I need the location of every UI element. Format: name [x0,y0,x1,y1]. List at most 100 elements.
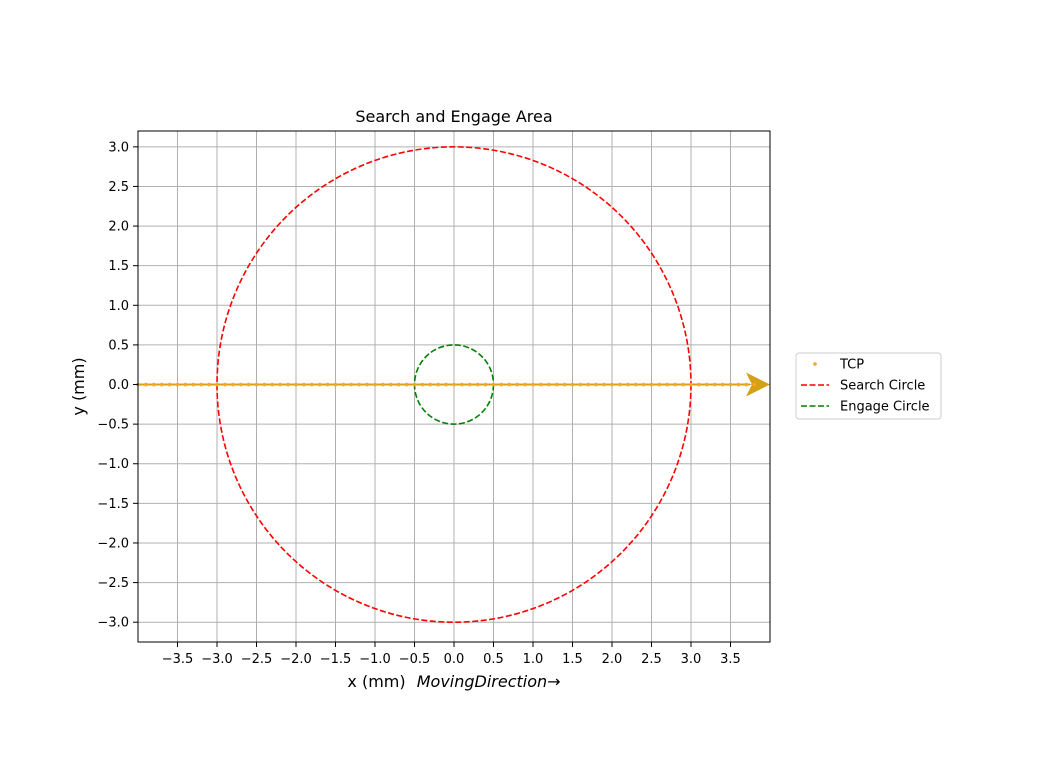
tcp-point [744,382,749,387]
tcp-point [594,382,598,387]
y-tick-label: −0.5 [97,418,129,433]
tcp-point [215,382,219,387]
legend-label: TCP [839,358,864,373]
tcp-point [286,382,290,387]
tcp-point [294,382,298,387]
tcp-point [705,382,709,387]
x-tick-label: 0.0 [444,652,465,667]
x-tick-label: −3.5 [162,652,194,667]
tcp-point [183,382,188,387]
tcp-point [357,382,362,387]
tcp-point [491,382,496,387]
tcp-point [483,382,488,387]
chart-figure: −3.5 −3.0 −2.5 −2.0 −1.5 −1.0 −0.5 0.0 0.5 1.0 1.5… [0,0,1041,767]
tcp-point [341,382,346,387]
x-tick-label: 1.5 [562,652,583,667]
x-tick-label: 1.0 [523,652,544,667]
tcp-point [633,382,638,387]
tcp-point [317,382,322,387]
y-tick-label: 1.0 [108,299,129,314]
tcp-point [444,382,448,387]
tcp-point [507,382,512,387]
y-tick-label: −1.5 [97,497,129,512]
tcp-point [412,382,417,387]
x-axis-title-direction: MovingDirection→ [417,672,561,691]
y-axis-title: y (mm) [69,357,88,415]
y-tick-label: 3.0 [108,140,129,155]
tcp-point [515,382,519,387]
tcp-point [420,382,425,387]
tcp-point [436,382,441,387]
tcp-point [207,382,211,387]
tcp-point [333,382,338,387]
y-tick-label: −3.0 [97,616,129,631]
tcp-point [246,382,251,387]
tcp-point [641,382,646,387]
tcp-point [697,382,701,387]
tcp-point [404,382,409,387]
y-tick-label: −1.0 [97,457,129,472]
y-tick-label: −2.5 [97,576,129,591]
legend-label: Search Circle [840,379,925,394]
tcp-point [547,382,551,387]
tcp-point [428,382,433,387]
tcp-point [349,382,354,387]
x-axis-title: x (mm) MovingDirection→ [347,672,560,691]
x-tick-label: 3.5 [720,652,741,667]
tcp-point [562,382,567,387]
tcp-point [586,382,591,387]
x-tick-label: −2.5 [241,652,273,667]
legend-label: Engage Circle [840,400,930,415]
tcp-point [523,382,527,387]
tcp-point [460,382,464,387]
tcp-point [665,382,670,387]
x-tick-label: −3.0 [201,652,233,667]
y-tick-label: 1.5 [108,259,129,274]
tcp-point [602,382,606,387]
legend-marker [813,362,817,366]
tcp-point [270,382,275,387]
tcp-point [389,382,393,387]
tcp-point [452,382,456,387]
tcp-point [278,382,283,387]
tcp-point [681,382,685,387]
tcp-point [159,382,164,387]
tcp-point [191,382,196,387]
tcp-point [325,382,330,387]
tcp-point [720,382,725,387]
y-tick-label: 2.0 [108,220,129,235]
tcp-point [144,382,148,387]
tcp-point [199,382,203,387]
tcp-point [231,382,235,387]
x-tick-label: 0.5 [483,652,504,667]
tcp-point [373,382,377,387]
tcp-point [673,382,677,387]
chart-title: Search and Engage Area [355,107,552,126]
tcp-point [728,382,733,387]
tcp-point [649,382,654,387]
tcp-point [238,382,243,387]
x-tick-label: 3.0 [681,652,702,667]
tcp-point [736,382,741,387]
tcp-point [578,382,583,387]
tcp-point [310,382,314,387]
tcp-point [499,382,504,387]
tcp-point [570,382,575,387]
y-tick-label: −2.0 [97,536,129,551]
y-tick-label: 0.5 [108,338,129,353]
tcp-point [175,382,180,387]
tcp-point [626,382,630,387]
y-tick-label: 2.5 [108,180,129,195]
tcp-point [752,382,756,387]
x-tick-label: −2.0 [280,652,312,667]
tcp-point [302,382,306,387]
tcp-point [539,382,543,387]
x-tick-label: −1.0 [359,652,391,667]
tcp-point [167,382,172,387]
tcp-point [365,382,369,387]
tcp-point [531,382,535,387]
tcp-point [689,382,693,387]
x-tick-label: −1.5 [320,652,352,667]
tcp-point [254,382,259,387]
tcp-point [475,382,480,387]
